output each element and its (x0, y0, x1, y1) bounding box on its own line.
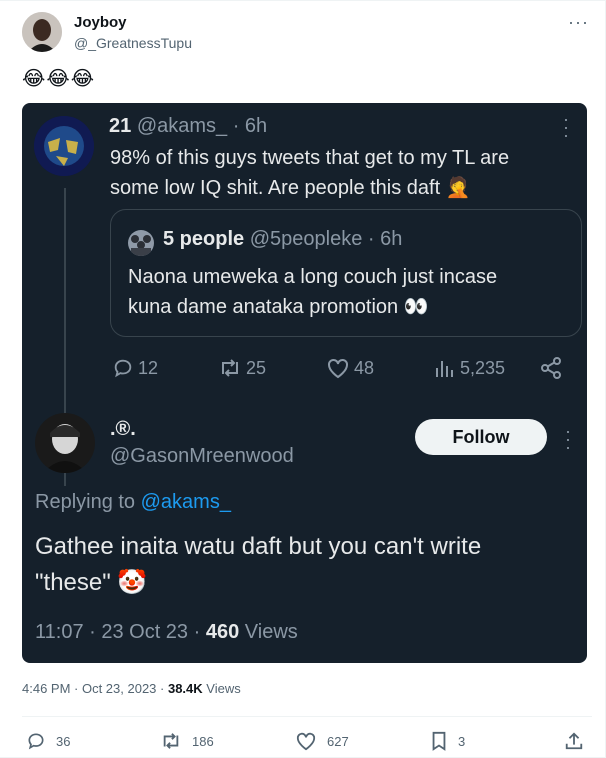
author-name[interactable]: Joyboy (74, 14, 127, 31)
replying-to: Replying to @akams_ (35, 491, 231, 514)
share-icon[interactable] (564, 731, 584, 751)
views-count: 38.4K (167, 681, 203, 696)
tweet1-handle-time: @akams_ · 6h (136, 115, 268, 137)
views-stat: 5,235 (434, 357, 505, 379)
bookmark-button[interactable]: 3 (430, 731, 465, 751)
repost-count: 25 (246, 357, 267, 378)
reply-author-handle: @GasonMreenwood (110, 445, 294, 467)
divider (22, 716, 592, 717)
more-options-icon: · · · (565, 421, 571, 457)
repost-icon (163, 733, 179, 749)
author-handle[interactable]: @_GreatnessTupu (74, 35, 192, 51)
quoted-tweet: 5 people @5peopleke · 6h Naona umeweka a… (110, 209, 582, 337)
quote-handle-time: @5peopleke · 6h (249, 228, 403, 250)
tweet1-body-line2: some low IQ shit. Are people this daft 🤦 (110, 177, 471, 199)
heart-icon (328, 358, 348, 379)
share-icon (540, 357, 562, 379)
tweet-meta: 4:46 PM · Oct 23, 2023 · 38.4K Views (22, 681, 241, 696)
quote-body: Naona umeweka a long couch just incase k… (128, 262, 497, 322)
repost-count: 186 (192, 733, 214, 749)
reply-button[interactable]: 36 (26, 731, 70, 751)
tweet1-body: 98% of this guys tweets that get to my T… (110, 143, 509, 203)
views-label: Views (202, 681, 241, 696)
quote-header: 5 people @5peopleke · 6h (163, 228, 402, 251)
tweet-timestamp[interactable]: 4:46 PM · Oct 23, 2023 · (22, 681, 168, 696)
reply-body-line1: Gathee inaita watu daft but you can't wr… (35, 533, 482, 560)
views-count: 5,235 (460, 357, 506, 378)
heart-icon (296, 732, 316, 751)
like-stat: 48 (326, 357, 374, 379)
tweet1-header: 21 @akams_ · 6h (109, 115, 267, 138)
reply-stat: 12 (112, 357, 158, 379)
tweet1-body-line1: 98% of this guys tweets that get to my T… (110, 147, 510, 169)
avatar (35, 413, 95, 473)
more-options-icon[interactable]: ··· (568, 12, 589, 33)
avatar (34, 116, 94, 176)
reply-meta: 11:07 · 23 Oct 23 · 460 Views (35, 621, 298, 644)
tweet1-name: 21 (109, 115, 132, 137)
avatar[interactable] (22, 12, 62, 52)
reply-author-name: .®. (110, 418, 136, 440)
follow-button: Follow (415, 419, 547, 455)
quote-name: 5 people (163, 228, 245, 250)
like-button[interactable]: 627 (295, 731, 349, 751)
tweet-text: 😂😂😂 (22, 68, 96, 90)
reply-icon (28, 733, 44, 750)
like-count: 627 (327, 733, 349, 749)
repost-button[interactable]: 186 (160, 731, 214, 751)
avatar (128, 230, 154, 256)
replying-prefix: Replying to (35, 491, 141, 513)
reply-body-line2: "these" 🤡 (35, 569, 148, 596)
replying-handle: @akams_ (140, 491, 231, 513)
reply-meta-views-count: 460 (205, 621, 240, 643)
quote-line2: kuna dame anataka promotion 👀 (128, 296, 429, 318)
reply-count: 36 (56, 733, 71, 749)
embedded-screenshot: 21 @akams_ · 6h · · · 98% of this guys twe… (22, 103, 587, 663)
reply-meta-views-label: Views (239, 621, 298, 643)
analytics-icon (436, 361, 453, 377)
reply-body: Gathee inaita watu daft but you can't wr… (35, 529, 481, 601)
reply-meta-time: 11:07 · 23 Oct 23 · (35, 621, 206, 643)
bookmark-count: 3 (458, 733, 466, 749)
repost-stat: 25 (218, 357, 266, 379)
bookmark-icon (432, 731, 446, 751)
more-options-icon: · · · (563, 109, 569, 145)
quote-line1: Naona umeweka a long couch just incase (128, 266, 498, 288)
like-count: 48 (354, 357, 375, 378)
reply-icon (114, 359, 132, 378)
reply-count: 12 (138, 357, 159, 378)
repost-icon (222, 359, 238, 377)
